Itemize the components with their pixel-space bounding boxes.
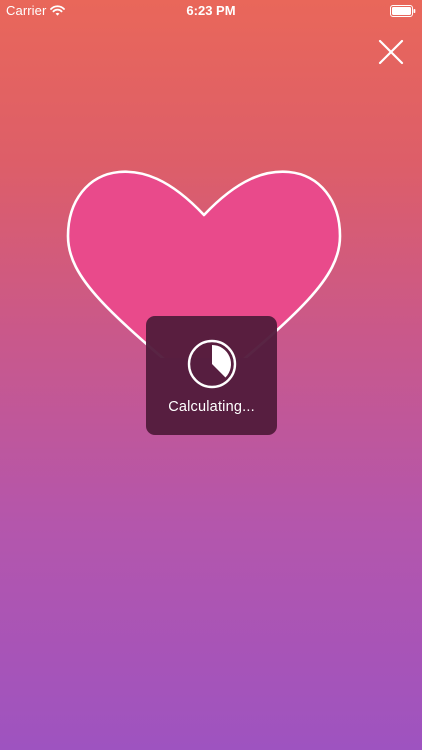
- close-icon: [378, 39, 404, 65]
- close-button[interactable]: [375, 36, 407, 68]
- hud-label: Calculating...: [168, 399, 255, 415]
- battery-icon: [390, 5, 416, 17]
- progress-hud: Calculating...: [146, 316, 277, 435]
- screen: Carrier 6:23 PM Calculating...: [0, 0, 422, 750]
- progress-pie-fill: [212, 345, 232, 378]
- progress-pie-icon: [186, 338, 238, 390]
- status-bar: Carrier 6:23 PM: [0, 0, 422, 22]
- status-time: 6:23 PM: [186, 3, 236, 18]
